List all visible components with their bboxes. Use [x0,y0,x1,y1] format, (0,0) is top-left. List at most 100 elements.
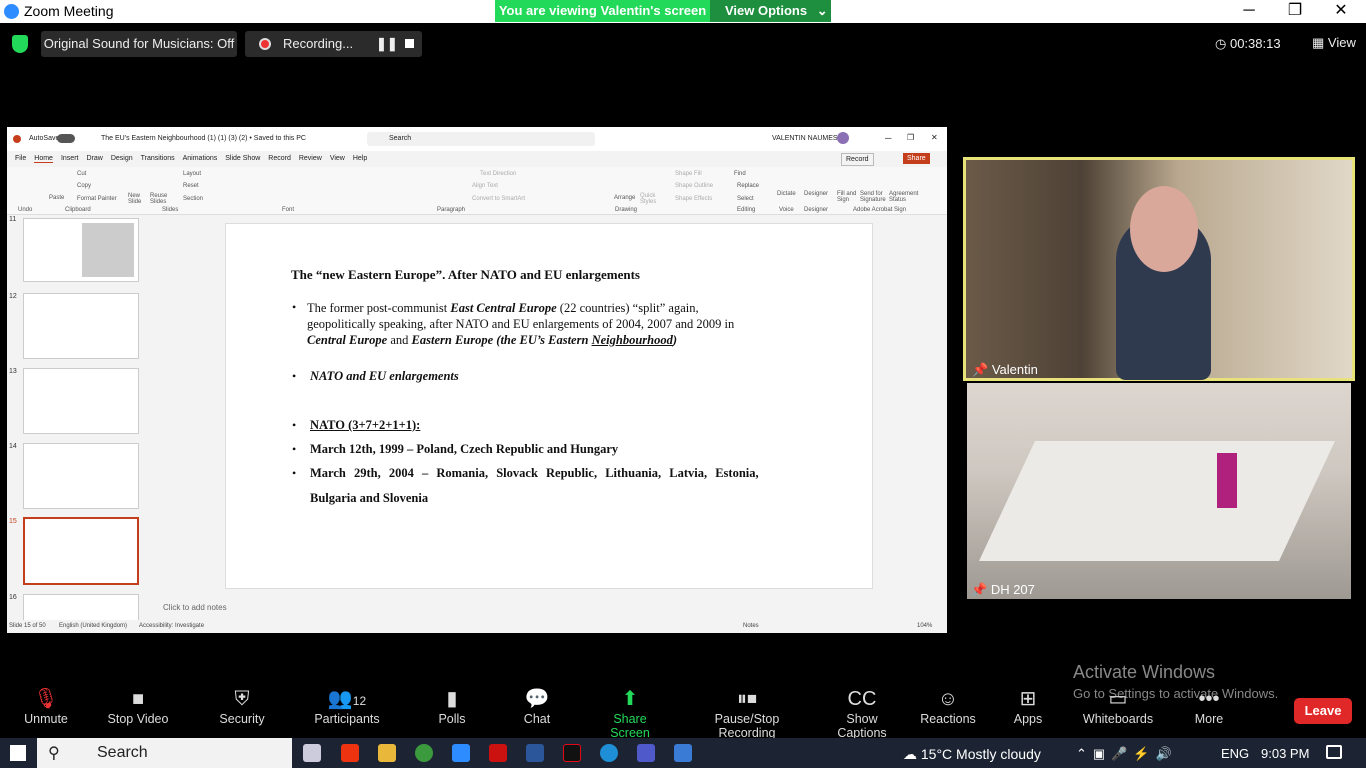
zoom-level[interactable]: 104% [917,623,932,629]
ppt-close-button[interactable]: ✕ [931,133,938,142]
share-screen-button[interactable]: ⬆ Share Screen [594,680,666,740]
acrobat-icon[interactable] [489,744,507,762]
slide-thumbnail[interactable] [23,293,139,359]
notes-toggle[interactable]: Notes [743,623,759,629]
tab-review[interactable]: Review [299,155,322,162]
word-icon[interactable] [526,744,544,762]
format-painter-button[interactable]: Format Painter [77,196,117,202]
video-tile-valentin[interactable]: 📌 Valentin [963,157,1355,381]
new-slide-button[interactable]: New Slide [128,193,146,205]
windows-start-icon[interactable] [10,745,26,761]
slide-thumbnail-selected[interactable] [23,517,139,585]
find-button[interactable]: Find [734,171,746,177]
tab-record[interactable]: Record [268,155,291,162]
tab-insert[interactable]: Insert [61,155,79,162]
ppt-restore-button[interactable]: ❐ [907,133,914,142]
input-language[interactable]: ENG [1221,746,1249,761]
reactions-button[interactable]: ☺ Reactions [918,680,978,726]
taskbar-search[interactable]: Search [37,738,292,768]
replace-button[interactable]: Replace [737,183,759,189]
layout-button[interactable]: Layout [183,171,201,177]
slide-thumbnail[interactable] [23,443,139,509]
arrange-button[interactable]: Arrange [614,195,635,201]
participants-button[interactable]: 👥12 Participants [310,680,384,726]
polls-button[interactable]: ▮ Polls [430,680,474,726]
taskbar-clock[interactable]: 9:03 PM [1261,746,1309,761]
dictate-button[interactable]: Dictate [777,191,796,197]
slide-canvas[interactable]: The “new Eastern Europe”. After NATO and… [225,223,873,589]
weather-widget[interactable]: ☁ 15°C Mostly cloudy [903,746,1041,763]
apps-button[interactable]: ⊞ Apps [1008,680,1048,726]
restore-button[interactable]: ❐ [1272,0,1318,23]
netflix-icon[interactable] [563,744,581,762]
show-captions-button[interactable]: CC Show Captions [820,680,904,740]
user-avatar[interactable] [837,132,849,144]
unmute-button[interactable]: 🎙 Unmute [16,680,76,726]
original-sound-button[interactable]: Original Sound for Musicians: Off [41,31,237,57]
ppt-share-button[interactable]: Share [903,153,930,164]
notes-placeholder[interactable]: Click to add notes [163,603,227,612]
minimize-button[interactable]: ─ [1226,0,1272,23]
edge-icon[interactable] [600,744,618,762]
tab-view[interactable]: View [330,155,345,162]
opera-icon[interactable] [341,744,359,762]
shape-effects-button[interactable]: Shape Effects [675,196,712,202]
text-direction-button[interactable]: Text Direction [480,171,516,177]
send-for-signature-button[interactable]: Send for Signature [860,191,888,203]
pause-stop-recording-button[interactable]: ⏸⏹ Pause/Stop Recording [686,680,808,740]
teams-icon[interactable] [637,744,655,762]
file-explorer-icon[interactable] [378,744,396,762]
quick-styles-button[interactable]: Quick Styles [640,193,658,205]
notifications-icon[interactable] [1326,745,1342,759]
agreement-status-button[interactable]: Agreement Status [889,191,919,203]
language-indicator[interactable]: English (United Kingdom) [59,623,127,629]
view-button[interactable]: ▦ View [1312,35,1356,51]
stop-video-button[interactable]: ■ Stop Video [104,680,172,726]
tab-file[interactable]: File [15,155,26,162]
section-button[interactable]: Section [183,196,203,202]
whiteboards-button[interactable]: ▭ Whiteboards [1080,680,1156,726]
autosave-toggle[interactable] [57,134,75,143]
convert-smartart-button[interactable]: Convert to SmartArt [472,196,525,202]
ppt-record-button[interactable]: Record [841,153,874,166]
paste-button[interactable]: Paste [49,195,64,201]
shape-fill-button[interactable]: Shape Fill [675,171,702,177]
shield-icon[interactable] [12,35,28,53]
tab-home[interactable]: Home [34,155,53,163]
video-tile-dh207[interactable]: 📌 DH 207 [967,383,1351,599]
reuse-slides-button[interactable]: Reuse Slides [150,193,170,205]
tab-transitions[interactable]: Transitions [141,155,175,162]
more-button[interactable]: ••• More [1188,680,1230,726]
fill-and-sign-button[interactable]: Fill and Sign [837,191,859,203]
ppt-search-box[interactable]: Search [367,132,595,146]
shape-outline-button[interactable]: Shape Outline [675,183,713,189]
chrome-icon[interactable] [415,744,433,762]
leave-button[interactable]: Leave [1294,698,1352,724]
select-button[interactable]: Select [737,196,754,202]
slide-thumbnail[interactable] [23,218,139,282]
tab-animations[interactable]: Animations [183,155,218,162]
accessibility-status[interactable]: Accessibility: Investigate [139,623,204,629]
view-options-button[interactable]: View Options ⌄ [710,0,831,22]
slide-thumbnail[interactable] [23,594,139,620]
system-tray-icons[interactable]: ⌃▣🎤⚡🔊 [1076,746,1178,762]
close-button[interactable]: ✕ [1318,0,1364,23]
shared-powerpoint-window[interactable]: AutoSave The EU's Eastern Neighbourhood … [7,127,947,633]
reset-button[interactable]: Reset [183,183,199,189]
stop-icon[interactable] [405,39,414,48]
cut-button[interactable]: Cut [77,171,86,177]
align-text-button[interactable]: Align Text [472,183,498,189]
ppt-minimize-button[interactable]: ─ [885,133,891,143]
tab-design[interactable]: Design [111,155,133,162]
tab-help[interactable]: Help [353,155,367,162]
designer-button[interactable]: Designer [804,191,828,197]
slide-thumbnail[interactable] [23,368,139,434]
photos-icon[interactable] [674,744,692,762]
security-button[interactable]: ⛨ Security [212,680,272,726]
chat-button[interactable]: 💬 Chat [516,680,558,726]
tab-draw[interactable]: Draw [86,155,102,162]
tab-slide-show[interactable]: Slide Show [225,155,260,162]
zoom-taskbar-icon[interactable] [452,744,470,762]
pause-icon[interactable]: ❚❚ [376,31,398,57]
task-view-icon[interactable] [303,744,321,762]
